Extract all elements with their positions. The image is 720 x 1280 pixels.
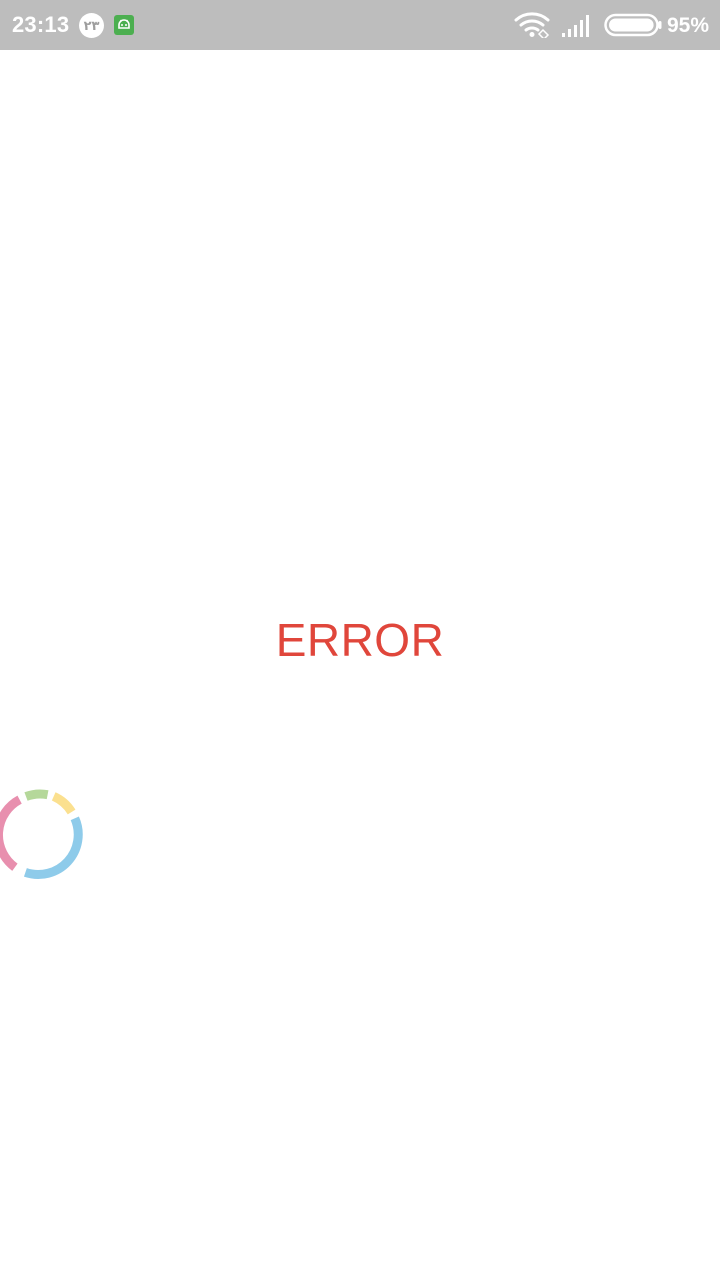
- wifi-icon: [514, 12, 550, 38]
- error-message: ERROR: [275, 614, 445, 666]
- status-time: 23:13: [12, 12, 70, 37]
- battery-percent: 95%: [667, 14, 710, 37]
- date-badge: ٢٣: [79, 13, 104, 38]
- loading-spinner-icon: [0, 789, 83, 879]
- battery-icon: [604, 13, 662, 37]
- android-notification-icon: [114, 15, 134, 35]
- signal-icon: [562, 15, 589, 37]
- status-bar: 23:13 ٢٣ 95%: [0, 0, 720, 50]
